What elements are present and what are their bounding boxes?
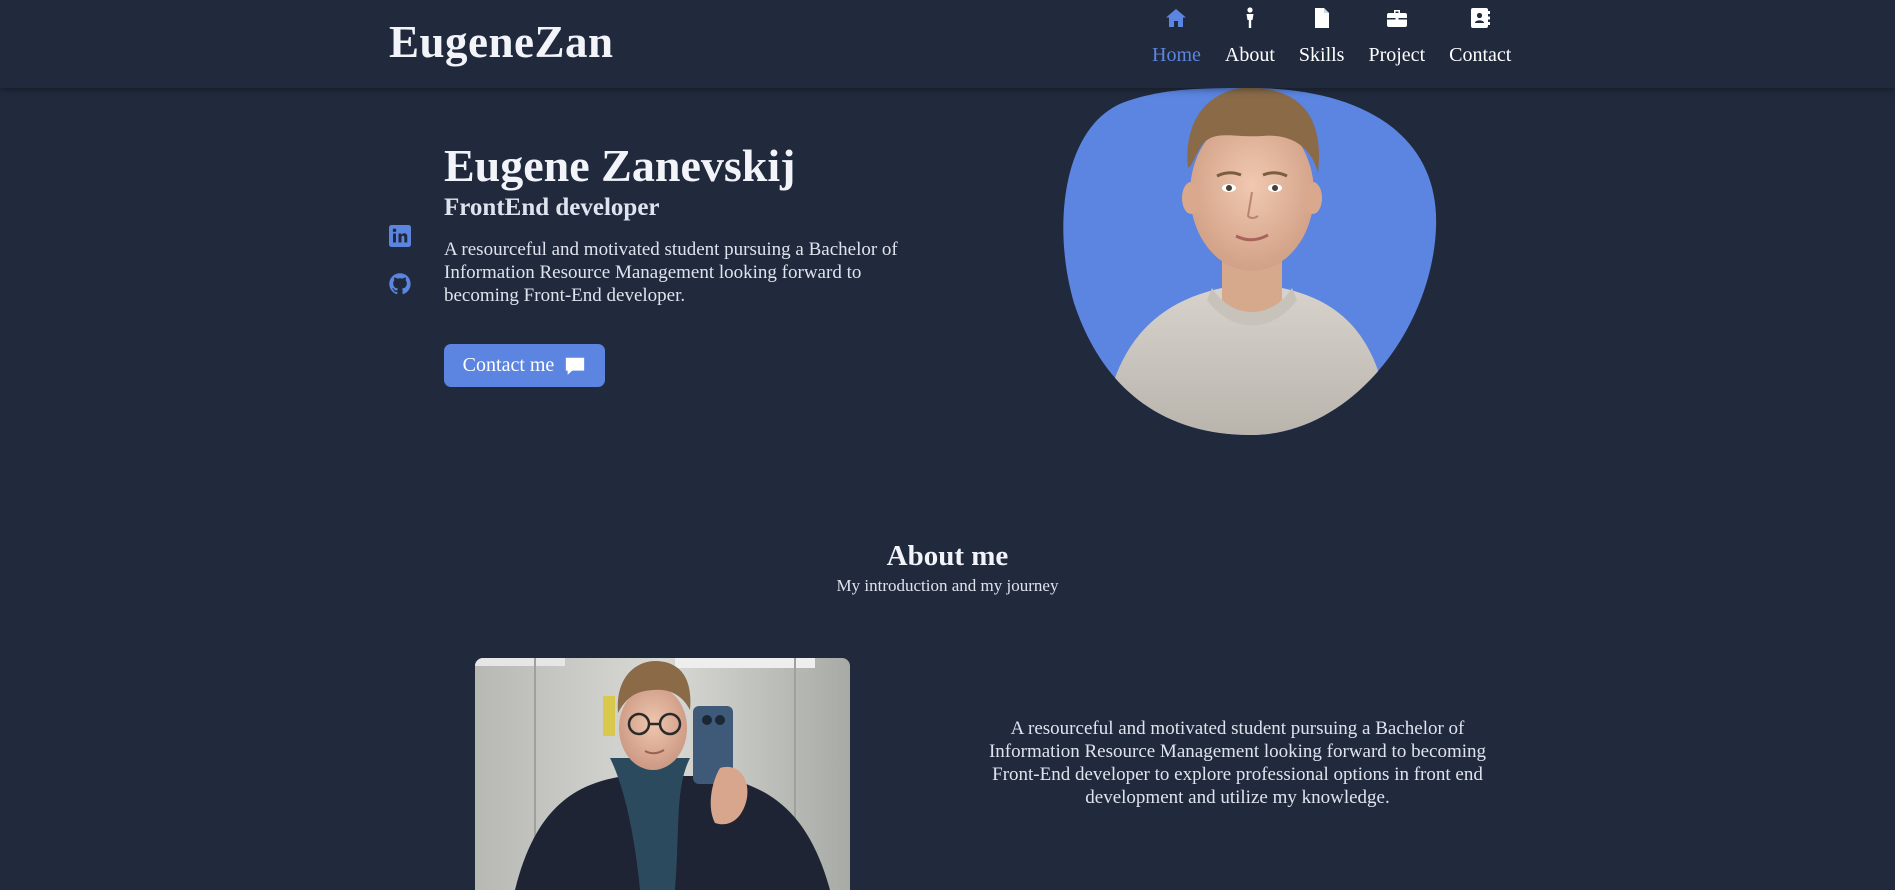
nav-item-skills[interactable]: Skills <box>1287 0 1357 67</box>
nav-label-contact: Contact <box>1449 44 1512 66</box>
nav-item-home[interactable]: Home <box>1140 0 1213 67</box>
hero-text: Eugene Zanevskij FrontEnd developer A re… <box>444 140 944 307</box>
briefcase-icon <box>1386 10 1407 27</box>
github-link[interactable] <box>388 272 412 296</box>
site-logo[interactable]: EugeneZan <box>389 16 614 68</box>
github-icon <box>389 273 411 295</box>
nav-label-skills: Skills <box>1298 44 1345 66</box>
about-description: A resourceful and motivated student purs… <box>988 718 1487 808</box>
person-icon <box>1246 7 1254 28</box>
chat-bubble-icon <box>566 357 585 375</box>
about-photo <box>475 658 850 890</box>
home-icon <box>1166 9 1187 27</box>
contact-me-label: Contact me <box>462 354 555 376</box>
hero-subtitle: FrontEnd developer <box>444 194 660 221</box>
about-photo-image <box>475 658 850 890</box>
nav-label-home: Home <box>1152 44 1201 66</box>
nav-item-contact[interactable]: Contact <box>1437 0 1523 67</box>
linkedin-link[interactable] <box>388 224 412 248</box>
about-subtitle: My introduction and my journey <box>836 576 1059 595</box>
nav-label-project: Project <box>1368 44 1426 66</box>
file-icon <box>1314 8 1329 28</box>
social-links <box>388 224 412 296</box>
linkedin-icon <box>389 225 411 247</box>
about-title: About me <box>886 540 1009 572</box>
contact-book-icon <box>1471 8 1491 28</box>
site-header: EugeneZan Home About Skills Project Cont… <box>0 0 1895 88</box>
main-nav: Home About Skills Project Contact <box>1140 0 1523 67</box>
profile-blob <box>1063 88 1437 435</box>
hero-description: A resourceful and motivated student purs… <box>444 239 898 306</box>
profile-photo <box>1062 88 1440 435</box>
contact-me-button[interactable]: Contact me <box>444 344 605 387</box>
nav-item-about[interactable]: About <box>1213 0 1287 67</box>
hero-title: Eugene Zanevskij <box>444 140 796 191</box>
nav-label-about: About <box>1224 44 1275 66</box>
nav-item-project[interactable]: Project <box>1356 0 1437 67</box>
